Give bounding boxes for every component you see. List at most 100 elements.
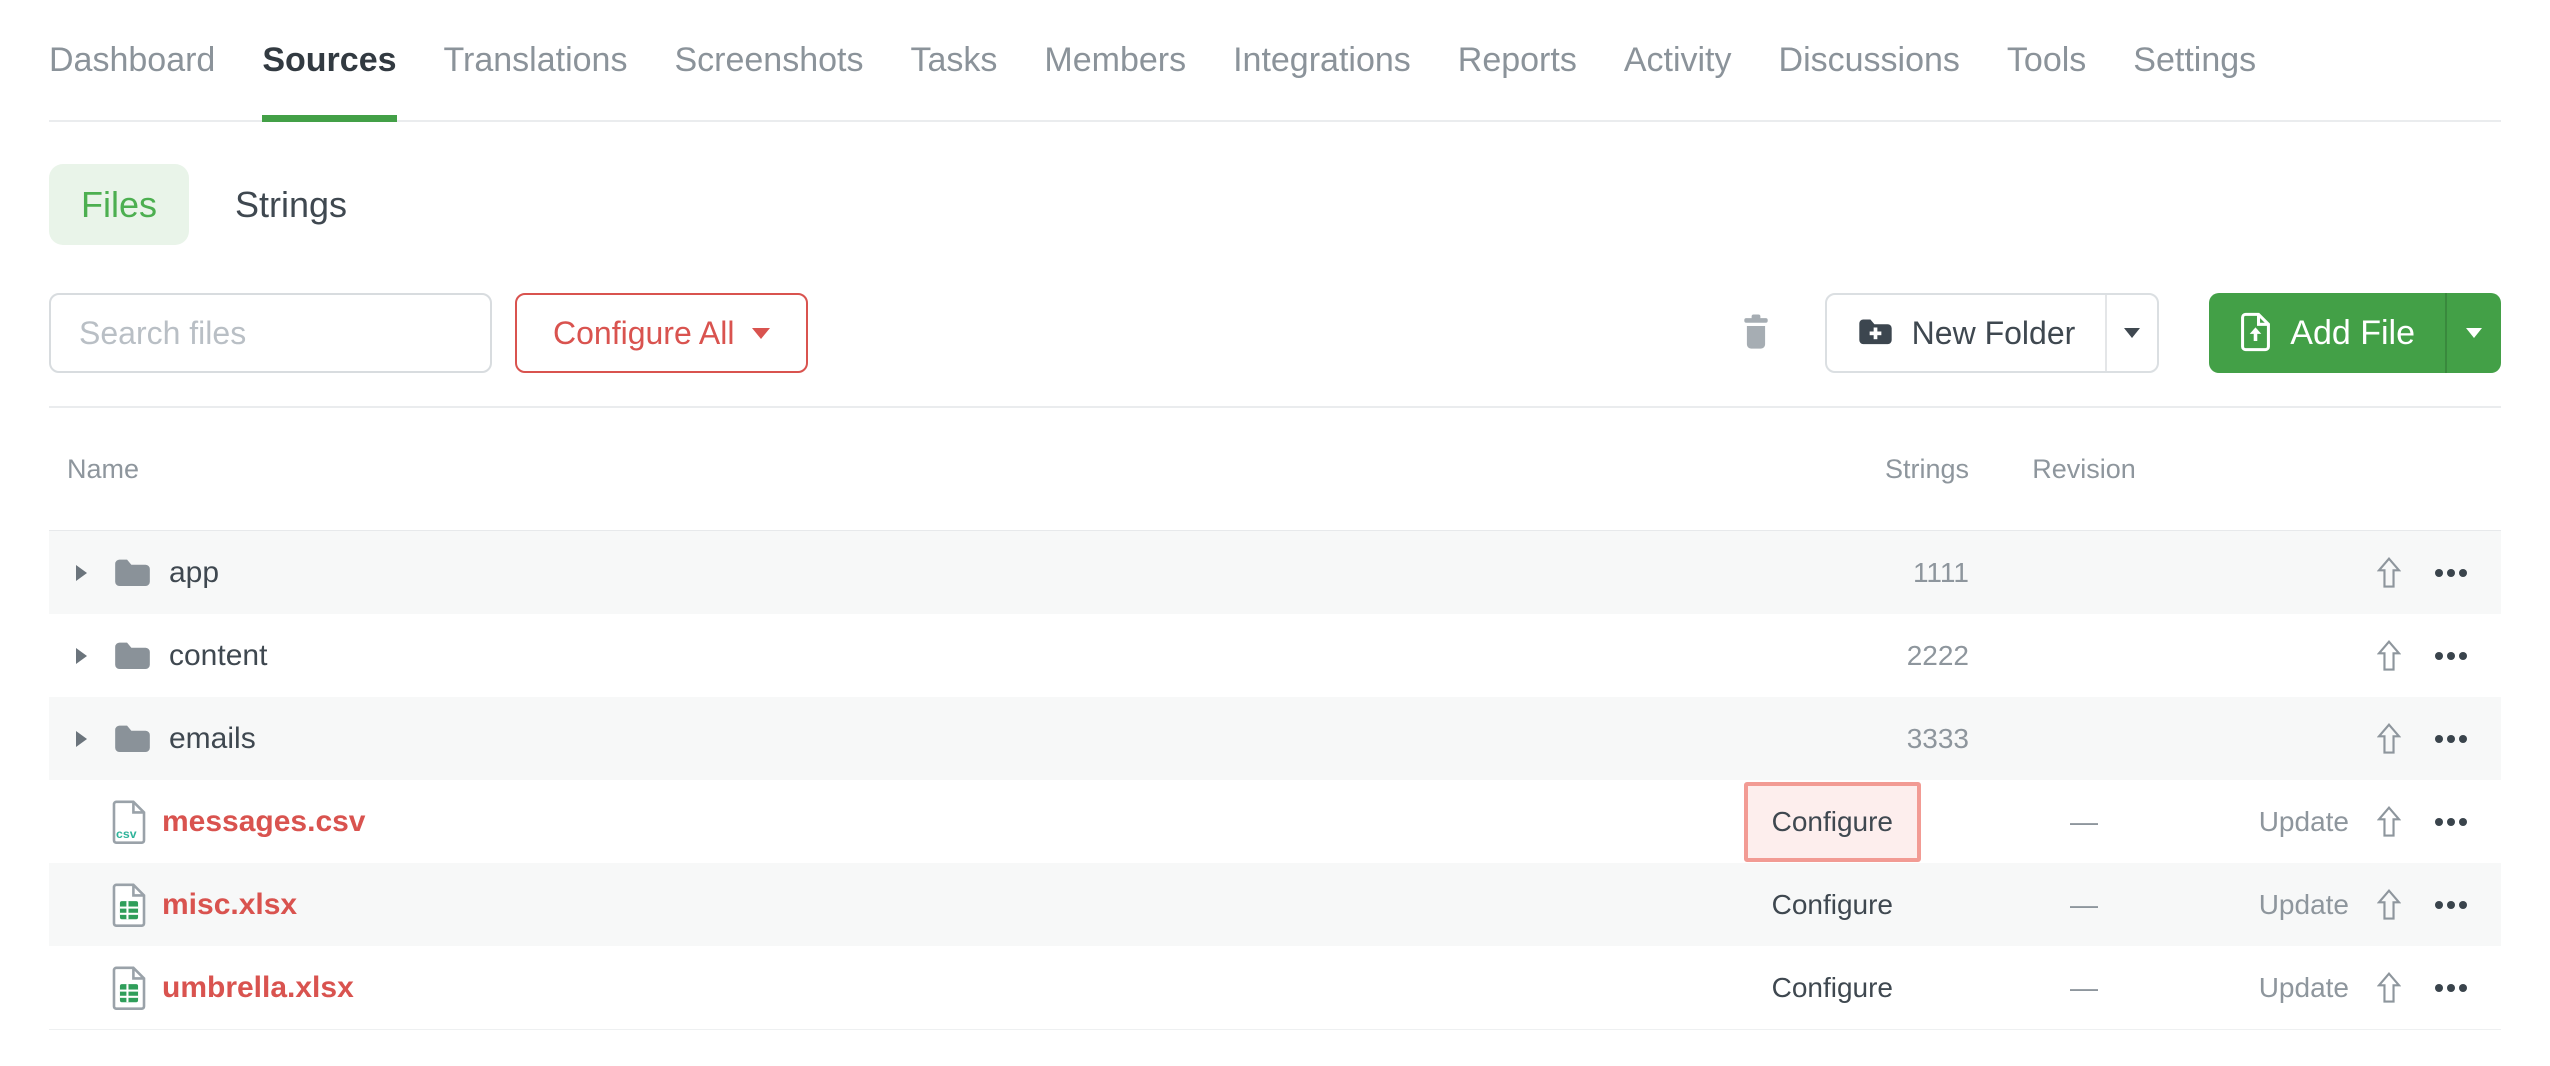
more-options-icon[interactable] (2435, 818, 2467, 826)
folder-icon (112, 556, 153, 589)
nav-tab-label: Activity (1624, 41, 1732, 80)
nav-tab-label: Members (1044, 41, 1186, 80)
nav-tab-label: Translations (444, 41, 628, 80)
more-cell (2429, 735, 2473, 743)
more-cell (2429, 984, 2473, 992)
file-table-body: csv app 1111 (49, 530, 2501, 1030)
row-name-link[interactable]: content (169, 639, 267, 673)
revision-value: — (2070, 972, 2098, 1004)
table-row-file: csv umbrella.xlsx Configure (49, 946, 2501, 1029)
row-name-link[interactable]: emails (169, 722, 256, 756)
nav-tab-tools[interactable]: Tools (2007, 0, 2086, 120)
strings-cell: 1111 (1749, 557, 1969, 589)
file-table-header: Name Strings Revision (49, 408, 2501, 530)
svg-text:csv: csv (116, 827, 137, 841)
more-options-icon[interactable] (2435, 652, 2467, 660)
revision-cell: — (1969, 806, 2199, 838)
nav-tab-members[interactable]: Members (1044, 0, 1186, 120)
strings-cell: 3333 (1749, 723, 1969, 755)
upload-icon[interactable] (2377, 557, 2401, 588)
upload-icon[interactable] (2377, 640, 2401, 671)
nav-tab-screenshots[interactable]: Screenshots (674, 0, 863, 120)
update-link[interactable]: Update (2259, 806, 2349, 838)
nav-tab-label: Integrations (1233, 41, 1411, 80)
table-row-folder: csv content 2222 (49, 614, 2501, 697)
table-row-folder: csv app 1111 (49, 531, 2501, 614)
folder-icon (112, 639, 153, 672)
upload-icon[interactable] (2377, 889, 2401, 920)
upload-cell (2369, 889, 2409, 920)
configure-all-button[interactable]: Configure All (515, 293, 808, 373)
new-folder-label: New Folder (1912, 315, 2076, 352)
more-options-icon[interactable] (2435, 984, 2467, 992)
file-upload-icon (2239, 311, 2272, 356)
add-file-split-button: Add File (2209, 293, 2501, 373)
upload-icon[interactable] (2377, 972, 2401, 1003)
upload-cell (2369, 806, 2409, 837)
upload-icon[interactable] (2377, 723, 2401, 754)
nav-tab-settings[interactable]: Settings (2133, 0, 2256, 120)
chevron-down-icon (752, 328, 770, 339)
update-link[interactable]: Update (2259, 889, 2349, 921)
name-cell: csv messages.csv (76, 800, 1749, 844)
name-cell: csv app (76, 556, 1749, 590)
nav-tab-discussions[interactable]: Discussions (1779, 0, 1960, 120)
upload-cell (2369, 972, 2409, 1003)
row-name-link[interactable]: messages.csv (162, 805, 366, 839)
name-cell: csv misc.xlsx (76, 883, 1749, 927)
nav-tab-label: Sources (262, 41, 396, 80)
more-options-icon[interactable] (2435, 735, 2467, 743)
strings-count: 3333 (1907, 723, 1969, 755)
folder-icon (112, 722, 153, 755)
trash-icon (1743, 313, 1769, 353)
expand-caret-icon[interactable] (76, 648, 92, 664)
row-name-link[interactable]: misc.xlsx (162, 888, 297, 922)
row-name-link[interactable]: umbrella.xlsx (162, 971, 354, 1005)
configure-button[interactable]: Configure (1744, 948, 1921, 1028)
nav-tab-integrations[interactable]: Integrations (1233, 0, 1411, 120)
expand-caret-icon[interactable] (76, 565, 92, 581)
new-folder-split-button: New Folder (1825, 293, 2160, 373)
new-folder-button[interactable]: New Folder (1827, 295, 2106, 371)
header-name: Name (49, 454, 1749, 485)
tab-strings[interactable]: Strings (235, 184, 347, 226)
update-link[interactable]: Update (2259, 972, 2349, 1004)
upload-cell (2369, 640, 2409, 671)
revision-value: — (2070, 889, 2098, 921)
expand-caret-icon[interactable] (76, 731, 92, 747)
nav-tab-dashboard[interactable]: Dashboard (49, 0, 215, 120)
files-toolbar: Configure All (49, 293, 2501, 373)
add-file-button[interactable]: Add File (2209, 293, 2445, 373)
configure-label: Configure (1772, 889, 1893, 921)
more-cell (2429, 569, 2473, 577)
new-folder-dropdown-button[interactable] (2105, 295, 2157, 371)
nav-tab-tasks[interactable]: Tasks (910, 0, 997, 120)
nav-tab-translations[interactable]: Translations (444, 0, 628, 120)
configure-button[interactable]: Configure (1744, 865, 1921, 945)
search-input[interactable] (49, 293, 492, 373)
nav-tab-activity[interactable]: Activity (1624, 0, 1732, 120)
nav-tab-label: Screenshots (674, 41, 863, 80)
strings-cell: 2222 (1749, 640, 1969, 672)
upload-cell (2369, 557, 2409, 588)
row-name-link[interactable]: app (169, 556, 219, 590)
table-row-folder: csv emails 3333 (49, 697, 2501, 780)
update-cell: Update (2199, 972, 2349, 1004)
header-revision-label: Revision (2032, 454, 2136, 485)
add-file-dropdown-button[interactable] (2445, 293, 2501, 373)
name-cell: csv content (76, 639, 1749, 673)
upload-icon[interactable] (2377, 806, 2401, 837)
csv-file-icon: csv (112, 800, 146, 844)
more-options-icon[interactable] (2435, 901, 2467, 909)
strings-cell: Configure (1749, 782, 1969, 862)
nav-tab-label: Dashboard (49, 41, 215, 80)
nav-tab-reports[interactable]: Reports (1458, 0, 1577, 120)
tab-files-label: Files (81, 184, 157, 226)
delete-button[interactable] (1743, 313, 1769, 353)
more-options-icon[interactable] (2435, 569, 2467, 577)
nav-tab-sources[interactable]: Sources (262, 0, 396, 120)
tab-files[interactable]: Files (49, 164, 189, 245)
update-cell: Update (2199, 806, 2349, 838)
configure-button[interactable]: Configure (1744, 782, 1921, 862)
name-cell: csv umbrella.xlsx (76, 966, 1749, 1010)
